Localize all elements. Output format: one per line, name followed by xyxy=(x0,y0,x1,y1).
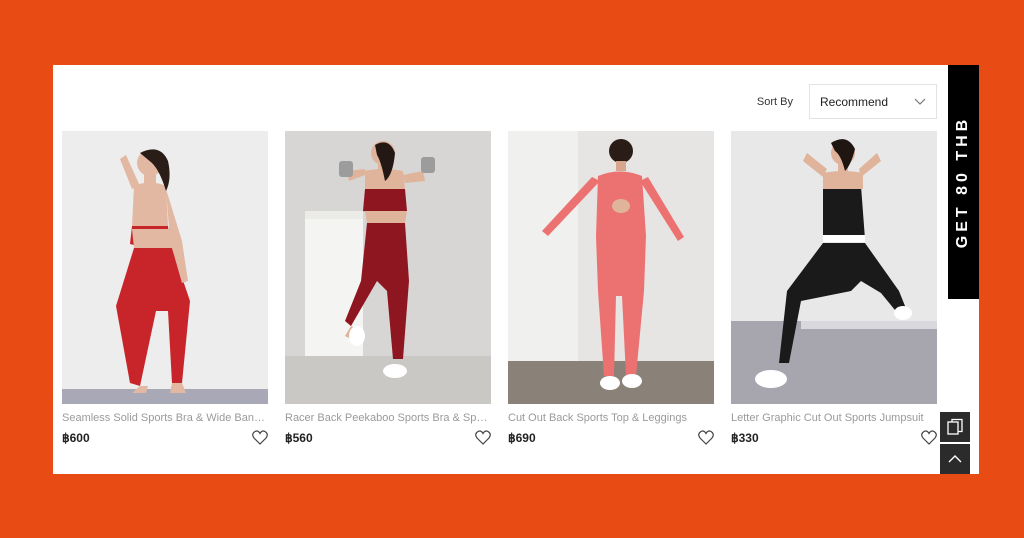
sort-label: Sort By xyxy=(756,95,793,108)
price-row: ฿560 xyxy=(285,430,491,445)
product-title[interactable]: Cut Out Back Sports Top & Leggings xyxy=(508,412,714,424)
product-card[interactable]: Racer Back Peekaboo Sports Bra & Sports.… xyxy=(285,131,491,445)
product-price: ฿600 xyxy=(62,430,90,445)
price-row: ฿330 xyxy=(731,430,937,445)
chevron-up-icon xyxy=(948,455,962,463)
product-image[interactable] xyxy=(285,131,491,404)
wishlist-heart-icon[interactable] xyxy=(921,430,937,445)
price-row: ฿600 xyxy=(62,430,268,445)
wishlist-heart-icon[interactable] xyxy=(252,430,268,445)
back-to-top-button[interactable] xyxy=(940,444,970,474)
chevron-down-icon xyxy=(914,98,926,105)
promo-tab[interactable]: GET 80 THB xyxy=(948,65,979,299)
product-listing-panel: Sort By Recommend Seamless Solid Sports … xyxy=(53,65,979,474)
wishlist-heart-icon[interactable] xyxy=(698,430,714,445)
product-card[interactable]: Cut Out Back Sports Top & Leggings ฿690 xyxy=(508,131,714,445)
product-image[interactable] xyxy=(62,131,268,404)
product-title[interactable]: Seamless Solid Sports Bra & Wide Band ..… xyxy=(62,412,268,424)
price-row: ฿690 xyxy=(508,430,714,445)
promo-text: GET 80 THB xyxy=(954,115,972,249)
product-grid: Seamless Solid Sports Bra & Wide Band ..… xyxy=(62,131,937,445)
compare-button[interactable] xyxy=(940,412,970,442)
product-title[interactable]: Racer Back Peekaboo Sports Bra & Sports.… xyxy=(285,412,491,424)
product-price: ฿330 xyxy=(731,430,759,445)
product-image[interactable] xyxy=(508,131,714,404)
product-card[interactable]: Seamless Solid Sports Bra & Wide Band ..… xyxy=(62,131,268,445)
wishlist-heart-icon[interactable] xyxy=(475,430,491,445)
sort-dropdown[interactable]: Recommend xyxy=(809,84,937,119)
product-title[interactable]: Letter Graphic Cut Out Sports Jumpsuit xyxy=(731,412,937,424)
copy-icon xyxy=(947,418,963,435)
product-image[interactable] xyxy=(731,131,937,404)
sort-bar: Sort By Recommend xyxy=(757,84,937,119)
product-card[interactable]: Letter Graphic Cut Out Sports Jumpsuit ฿… xyxy=(731,131,937,445)
product-price: ฿690 xyxy=(508,430,536,445)
sort-selected-value: Recommend xyxy=(820,94,889,109)
product-price: ฿560 xyxy=(285,430,313,445)
